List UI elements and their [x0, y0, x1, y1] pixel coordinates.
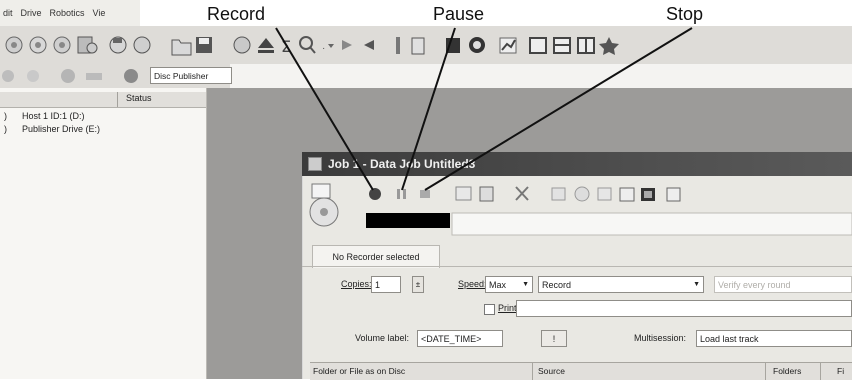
record-pointer-line [275, 27, 374, 191]
pause-pointer-line [401, 27, 456, 191]
stop-pointer-line [424, 27, 693, 191]
callout-lines [275, 27, 693, 191]
